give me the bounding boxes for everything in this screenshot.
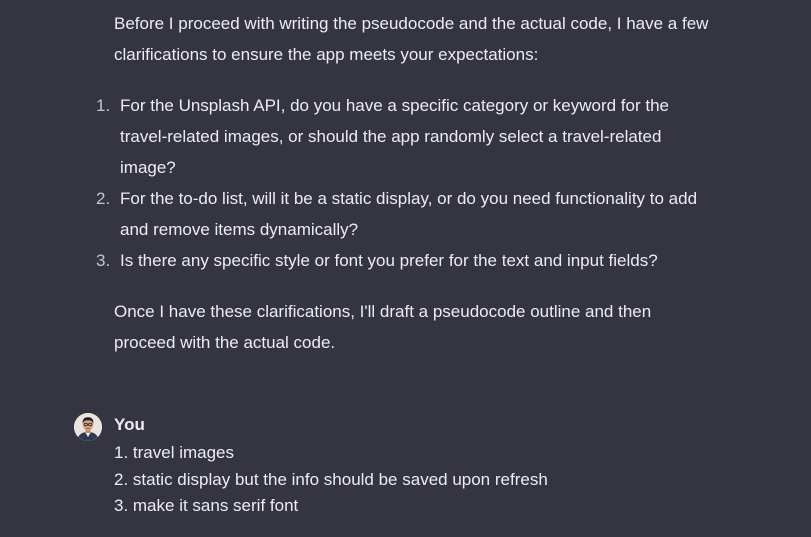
user-line: 1. travel images (114, 443, 234, 462)
user-line: 2. static display but the info should be… (114, 469, 548, 489)
list-item: 1. For the Unsplash API, do you have a s… (96, 90, 714, 183)
list-item-text: For the Unsplash API, do you have a spec… (120, 96, 670, 177)
list-number: 1. (96, 96, 111, 115)
clarification-list: 1. For the Unsplash API, do you have a s… (96, 90, 714, 276)
assistant-intro: Before I proceed with writing the pseudo… (114, 14, 709, 64)
chat-transcript: Before I proceed with writing the pseudo… (0, 0, 811, 537)
assistant-outro: Once I have these clarifications, I'll d… (114, 302, 652, 352)
assistant-message: Before I proceed with writing the pseudo… (96, 8, 714, 358)
list-item-text: Is there any specific style or font you … (120, 251, 658, 270)
user-name: You (114, 415, 145, 434)
list-item: 3. Is there any specific style or font y… (96, 245, 714, 276)
list-number: 2. (96, 189, 111, 208)
user-line: 3. make it sans serif font (114, 496, 299, 515)
list-item: 2. For the to-do list, will it be a stat… (96, 183, 714, 245)
user-avatar-icon (74, 413, 102, 441)
user-message-body: 1. travel images 2. static display but t… (114, 440, 548, 520)
list-item-text: For the to-do list, will it be a static … (120, 189, 698, 239)
list-number: 3. (96, 251, 111, 270)
